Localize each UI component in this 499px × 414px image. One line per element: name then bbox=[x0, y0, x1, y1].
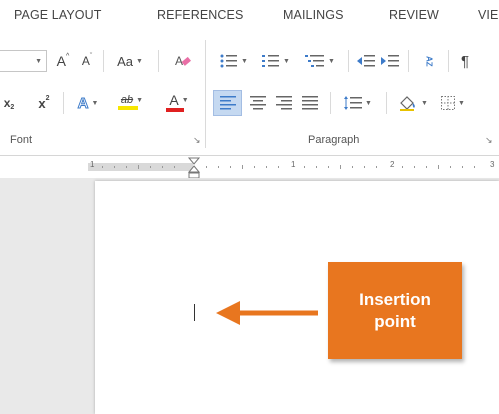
paragraph-dialog-launcher-icon[interactable]: ↘ bbox=[485, 135, 493, 146]
line-spacing-icon bbox=[344, 96, 363, 110]
decrease-indent-icon bbox=[357, 55, 375, 67]
chevron-down-icon: ▼ bbox=[91, 99, 99, 107]
chevron-down-icon: ▼ bbox=[283, 57, 290, 65]
text-effects-icon: A bbox=[77, 94, 89, 112]
ruler-number: 1 bbox=[291, 160, 296, 169]
tab-references[interactable]: REFERENCES bbox=[157, 8, 243, 22]
separator bbox=[348, 50, 349, 72]
numbering-icon bbox=[262, 55, 280, 67]
ruler-number: 1 bbox=[90, 160, 95, 169]
chevron-down-icon: ▼ bbox=[421, 99, 428, 107]
borders-icon bbox=[441, 96, 456, 110]
separator bbox=[103, 50, 104, 72]
highlight-color-bar bbox=[118, 106, 138, 110]
insertion-point-callout: Insertion point bbox=[328, 262, 462, 359]
shrink-font-icon: A bbox=[81, 54, 90, 68]
subscript-icon: x bbox=[3, 96, 11, 110]
group-separator bbox=[205, 40, 206, 148]
eraser-icon: A bbox=[175, 54, 191, 68]
align-center-icon bbox=[250, 96, 266, 110]
text-highlight-button[interactable]: ab ▼ bbox=[112, 90, 152, 114]
show-hide-button[interactable]: ¶ bbox=[453, 50, 477, 72]
subscript-button[interactable]: x2 bbox=[2, 92, 16, 114]
ribbon: ▼ A ^ Aˇ Aa ▼ A x2 x2 A ▼ ab ▼ A ▼ Font … bbox=[0, 34, 499, 156]
chevron-down-icon: ▼ bbox=[365, 99, 372, 107]
separator bbox=[158, 50, 159, 72]
borders-button[interactable]: ▼ bbox=[437, 92, 469, 114]
superscript-icon: x bbox=[38, 95, 46, 111]
svg-text:A: A bbox=[175, 54, 183, 68]
grow-font-button[interactable]: A ^ bbox=[54, 50, 72, 72]
multilevel-list-button[interactable]: ▼ bbox=[300, 50, 340, 72]
align-left-button[interactable] bbox=[213, 90, 242, 116]
chevron-down-icon: ▼ bbox=[181, 96, 189, 104]
change-case-button[interactable]: Aa ▼ bbox=[108, 50, 152, 72]
chevron-down-icon: ▼ bbox=[458, 99, 465, 107]
tab-mailings[interactable]: MAILINGS bbox=[283, 8, 344, 22]
font-color-button[interactable]: A ▼ bbox=[160, 90, 198, 114]
sort-icon: AZ bbox=[424, 55, 434, 67]
line-spacing-button[interactable]: ▼ bbox=[338, 92, 378, 114]
font-dialog-launcher-icon[interactable]: ↘ bbox=[193, 135, 201, 146]
shrink-font-button[interactable]: Aˇ bbox=[78, 50, 96, 72]
align-left-icon bbox=[219, 96, 236, 110]
multilevel-list-icon bbox=[305, 55, 325, 67]
font-color-bar bbox=[166, 108, 184, 112]
highlighter-icon: ab bbox=[120, 94, 134, 106]
bullets-button[interactable]: ▼ bbox=[216, 50, 252, 72]
change-case-icon: Aa bbox=[117, 53, 133, 69]
decrease-indent-button[interactable] bbox=[356, 50, 376, 72]
ruler-number: 3 bbox=[490, 160, 495, 169]
justify-icon bbox=[302, 96, 318, 110]
align-right-button[interactable] bbox=[273, 92, 295, 114]
ribbon-tab-strip: PAGE LAYOUT REFERENCES MAILINGS REVIEW V… bbox=[0, 0, 499, 34]
pilcrow-icon: ¶ bbox=[460, 52, 470, 70]
increase-indent-button[interactable] bbox=[380, 50, 400, 72]
arrow-left-icon bbox=[216, 301, 318, 325]
grow-font-icon: A bbox=[56, 53, 67, 69]
chevron-down-icon: ▼ bbox=[136, 96, 144, 104]
separator bbox=[63, 92, 64, 114]
ruler-area: 1 1 2 3 bbox=[0, 156, 499, 179]
numbering-button[interactable]: ▼ bbox=[258, 50, 294, 72]
justify-button[interactable] bbox=[299, 92, 321, 114]
font-group-label: Font bbox=[10, 134, 33, 146]
increase-indent-icon bbox=[381, 55, 399, 67]
font-size-dropdown[interactable]: ▼ bbox=[0, 50, 47, 72]
separator bbox=[330, 92, 331, 114]
separator bbox=[448, 50, 449, 72]
separator bbox=[408, 50, 409, 72]
separator bbox=[386, 92, 387, 114]
text-effects-button[interactable]: A ▼ bbox=[73, 92, 103, 114]
bullets-icon bbox=[220, 54, 238, 68]
ruler-number: 2 bbox=[390, 160, 395, 169]
tab-review[interactable]: REVIEW bbox=[389, 8, 439, 22]
font-color-icon: A bbox=[169, 92, 179, 108]
superscript-button[interactable]: x2 bbox=[34, 92, 54, 114]
paint-bucket-icon bbox=[400, 96, 415, 111]
align-right-icon bbox=[276, 96, 292, 110]
shading-button[interactable]: ▼ bbox=[394, 92, 432, 114]
chevron-down-icon: ▼ bbox=[328, 57, 335, 65]
chevron-down-icon: ▼ bbox=[35, 57, 42, 65]
sort-button[interactable]: AZ bbox=[418, 48, 440, 74]
tab-view[interactable]: VIE bbox=[478, 8, 498, 22]
callout-line-1: Insertion bbox=[359, 289, 431, 309]
chevron-down-icon: ▼ bbox=[135, 57, 143, 65]
paragraph-group-label: Paragraph bbox=[308, 134, 360, 146]
insertion-point-caret bbox=[194, 304, 195, 321]
align-center-button[interactable] bbox=[247, 92, 269, 114]
chevron-down-icon: ▼ bbox=[241, 57, 248, 65]
tab-page-layout[interactable]: PAGE LAYOUT bbox=[14, 8, 101, 22]
clear-formatting-button[interactable]: A bbox=[171, 50, 195, 72]
callout-line-2: point bbox=[374, 311, 416, 331]
indent-marker-icon[interactable] bbox=[188, 157, 200, 179]
